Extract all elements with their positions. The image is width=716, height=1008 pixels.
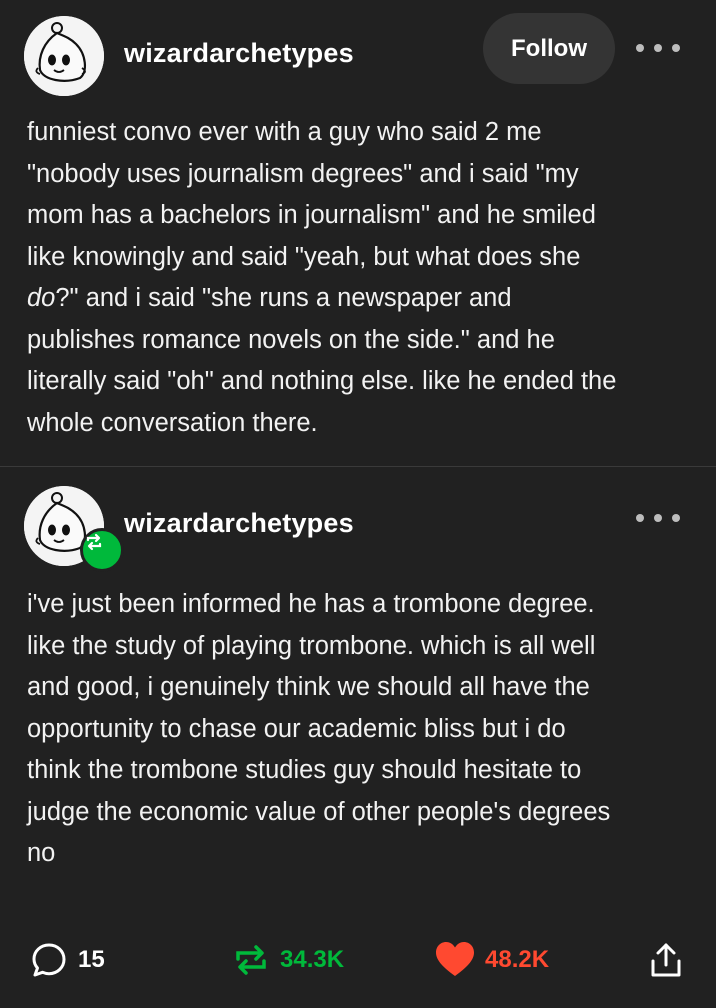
username[interactable]: wizardarchetypes xyxy=(124,38,354,69)
comment-button[interactable]: 15 xyxy=(30,930,105,990)
reblog-header: wizardarchetypes xyxy=(24,486,692,572)
post-body: funniest convo ever with a guy who said … xyxy=(27,112,695,444)
reblog-count: 34.3K xyxy=(280,946,345,973)
divider xyxy=(0,466,716,467)
username[interactable]: wizardarchetypes xyxy=(124,508,354,539)
text-line: no xyxy=(27,839,56,867)
more-icon[interactable] xyxy=(636,508,680,528)
text-line: publishes romance novels on the side." a… xyxy=(27,325,555,354)
text-line: mom has a bachelors in journalism" and h… xyxy=(27,201,596,229)
text-line: and good, i genuinely think we should al… xyxy=(27,673,590,701)
like-button[interactable]: 48.2K xyxy=(435,930,549,990)
text-line: whole conversation there. xyxy=(27,408,318,437)
emphasis-text: do xyxy=(27,284,56,312)
comment-count: 15 xyxy=(78,946,105,973)
text-line: like the study of playing trombone. whic… xyxy=(27,631,596,660)
post-footer: 15 34.3K 48.2K xyxy=(0,930,716,990)
more-icon[interactable] xyxy=(636,38,680,58)
text-line: literally said "oh" and nothing else. li… xyxy=(27,367,617,395)
text-span: ?" and i said "she runs a newspaper and xyxy=(55,284,512,312)
text-line: do?" and i said "she runs a newspaper an… xyxy=(27,278,695,320)
comment-icon xyxy=(32,943,66,977)
text-line: funniest convo ever with a guy who said … xyxy=(27,118,542,146)
share-button[interactable] xyxy=(648,930,684,990)
text-line: judge the economic value of other people… xyxy=(27,797,611,826)
avatar[interactable] xyxy=(24,486,124,572)
text-line: opportunity to chase our academic bliss … xyxy=(27,714,566,743)
post-header: wizardarchetypes Follow xyxy=(24,13,692,96)
text-line: think the trombone studies guy should he… xyxy=(27,756,582,784)
avatar-drawing xyxy=(24,16,104,96)
avatar[interactable] xyxy=(24,16,104,96)
reblog-icon xyxy=(236,945,266,975)
text-line: like knowingly and said "yeah, but what … xyxy=(27,242,581,271)
text-line: "nobody uses journalism degrees" and i s… xyxy=(27,159,579,188)
reblog-badge-icon xyxy=(80,528,124,572)
follow-button[interactable]: Follow xyxy=(483,13,615,84)
share-icon xyxy=(651,943,681,977)
heart-icon xyxy=(436,942,474,976)
reblog-button[interactable]: 34.3K xyxy=(232,930,344,990)
like-count: 48.2K xyxy=(485,946,550,973)
text-line: i've just been informed he has a trombon… xyxy=(27,590,595,618)
reblog-body: i've just been informed he has a trombon… xyxy=(27,584,695,875)
